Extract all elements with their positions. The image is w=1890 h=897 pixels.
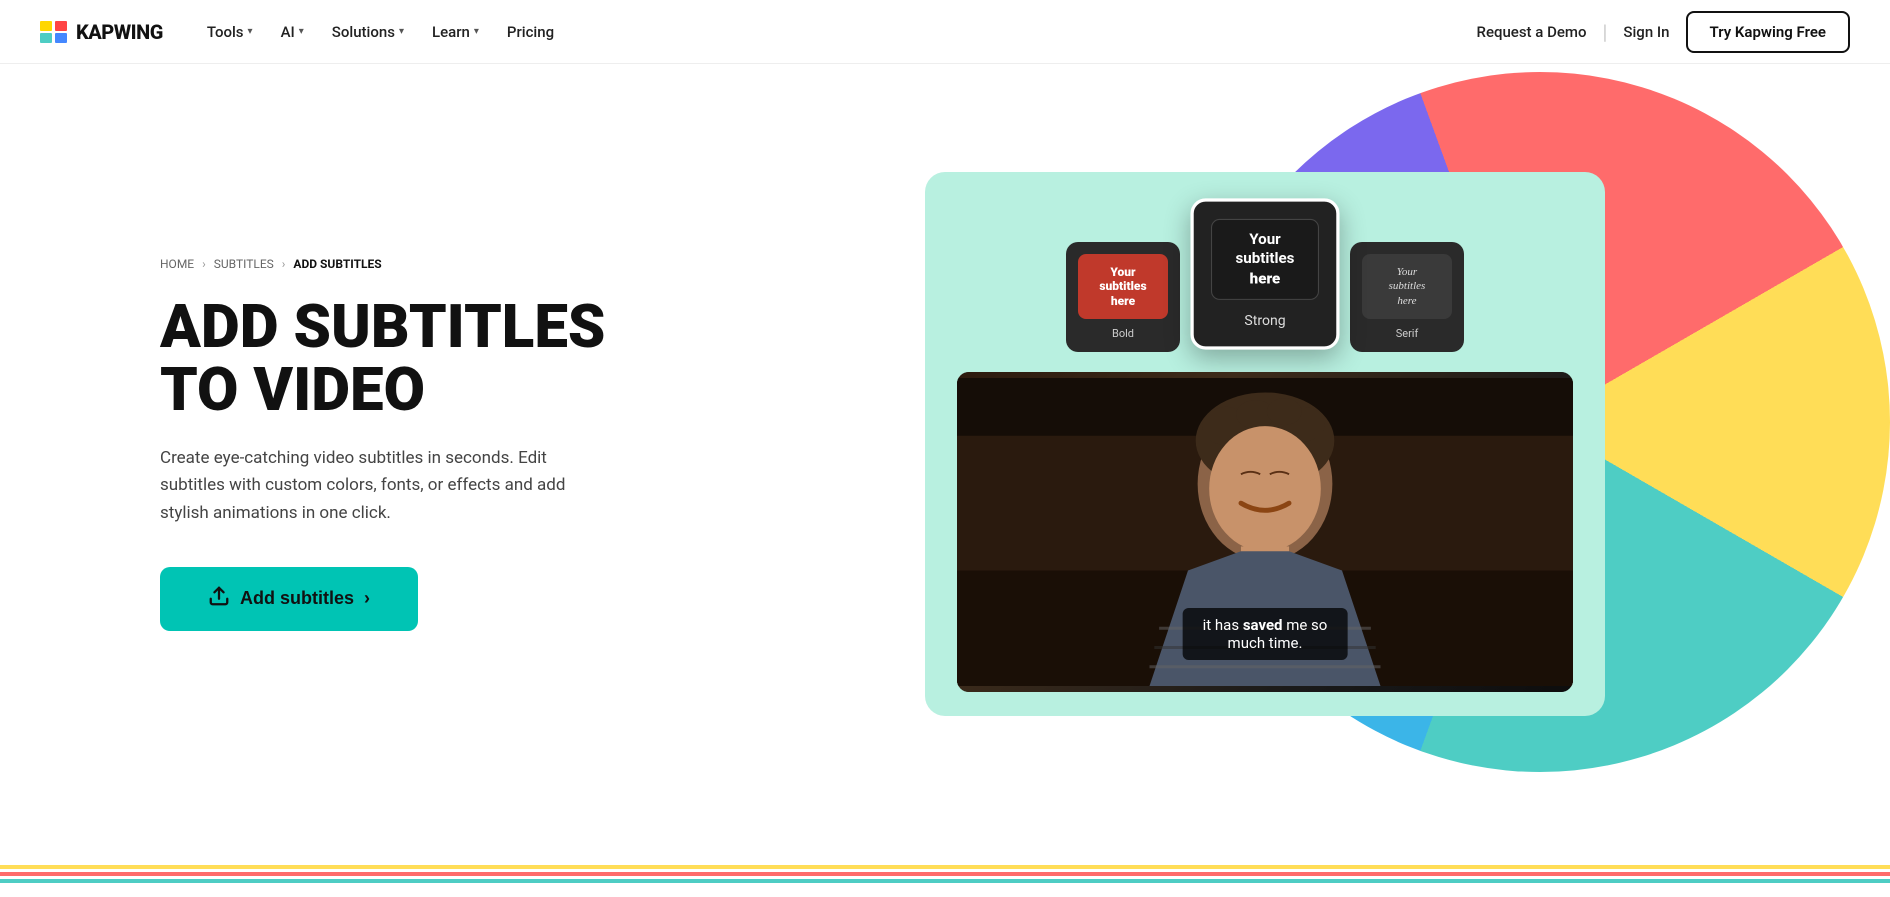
breadcrumb-current: ADD SUBTITLES	[293, 257, 381, 271]
request-demo-link[interactable]: Request a Demo	[1477, 23, 1587, 41]
logo-sq-red	[55, 21, 67, 31]
nav-tools[interactable]: Tools ▾	[195, 15, 265, 49]
left-content: HOME › SUBTITLES › ADD SUBTITLES ADD SUB…	[160, 257, 760, 631]
style-card-bold[interactable]: Yoursubtitleshere Bold	[1066, 242, 1180, 352]
style-cards-row: Yoursubtitleshere Bold Yoursubtitleshere…	[957, 204, 1573, 352]
breadcrumb-home[interactable]: HOME	[160, 257, 194, 271]
bottom-decoration	[0, 857, 1890, 897]
line-yellow	[0, 865, 1890, 869]
strong-preview: Yoursubtitleshere	[1211, 219, 1319, 300]
bold-label: Bold	[1112, 327, 1134, 340]
sign-in-link[interactable]: Sign In	[1623, 23, 1669, 41]
style-card-strong[interactable]: Yoursubtitleshere Strong	[1190, 198, 1339, 349]
navbar: KAPWING Tools ▾ AI ▾ Solutions ▾ Learn ▾…	[0, 0, 1890, 64]
chevron-down-icon: ▾	[474, 26, 479, 37]
nav-learn[interactable]: Learn ▾	[420, 15, 491, 49]
chevron-down-icon: ▾	[299, 26, 304, 37]
chevron-down-icon: ▾	[248, 26, 253, 37]
try-free-button[interactable]: Try Kapwing Free	[1686, 11, 1851, 53]
logo[interactable]: KAPWING	[40, 20, 163, 44]
video-player: it has saved me so much time.	[957, 372, 1573, 692]
logo-icon	[40, 21, 68, 43]
nav-ai[interactable]: AI ▾	[269, 15, 316, 49]
nav-solutions[interactable]: Solutions ▾	[320, 15, 416, 49]
breadcrumb-subtitles[interactable]: SUBTITLES	[214, 257, 274, 271]
page-title: ADD SUBTITLES TO VIDEO	[160, 295, 760, 421]
breadcrumb-sep-2: ›	[282, 257, 286, 271]
breadcrumb: HOME › SUBTITLES › ADD SUBTITLES	[160, 257, 760, 271]
right-content: Yoursubtitleshere Bold Yoursubtitleshere…	[760, 172, 1810, 716]
logo-sq-green	[40, 33, 52, 43]
strong-label: Strong	[1244, 313, 1285, 329]
arrow-right-icon: ›	[364, 588, 370, 609]
page-description: Create eye-catching video subtitles in s…	[160, 445, 580, 527]
logo-text: KAPWING	[76, 20, 163, 44]
line-red	[0, 872, 1890, 876]
add-subtitles-button[interactable]: Add subtitles ›	[160, 567, 418, 631]
serif-label: Serif	[1396, 327, 1419, 340]
upload-icon	[208, 585, 230, 613]
nav-pricing[interactable]: Pricing	[495, 15, 566, 49]
style-card-serif[interactable]: Yoursubtitleshere Serif	[1350, 242, 1464, 352]
main-content: HOME › SUBTITLES › ADD SUBTITLES ADD SUB…	[0, 64, 1890, 824]
nav-items: Tools ▾ AI ▾ Solutions ▾ Learn ▾ Pricing	[195, 15, 566, 49]
hero-card: Yoursubtitleshere Bold Yoursubtitleshere…	[925, 172, 1605, 716]
logo-sq-yellow	[40, 21, 52, 31]
line-teal	[0, 879, 1890, 883]
serif-preview: Yoursubtitleshere	[1362, 254, 1452, 319]
bold-preview: Yoursubtitleshere	[1078, 254, 1168, 319]
navbar-left: KAPWING Tools ▾ AI ▾ Solutions ▾ Learn ▾…	[40, 15, 566, 49]
nav-divider: |	[1603, 20, 1608, 44]
chevron-down-icon: ▾	[399, 26, 404, 37]
navbar-right: Request a Demo | Sign In Try Kapwing Fre…	[1477, 11, 1851, 53]
video-subtitle: it has saved me so much time.	[1183, 608, 1348, 660]
breadcrumb-sep-1: ›	[202, 257, 206, 271]
logo-sq-blue	[55, 33, 67, 43]
